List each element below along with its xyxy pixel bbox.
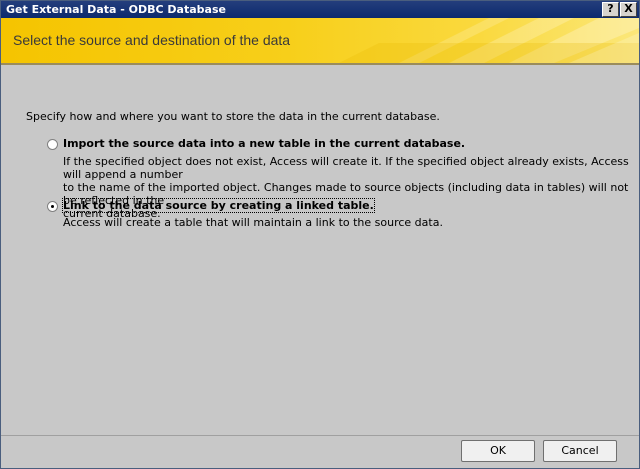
dialog-window: Get External Data - ODBC Database ? X Se… [0,0,640,469]
title-bar[interactable]: Get External Data - ODBC Database ? X [1,1,639,18]
window-title: Get External Data - ODBC Database [6,3,226,16]
banner-title: Select the source and destination of the… [13,32,291,48]
instruction-text: Specify how and where you want to store … [26,110,440,123]
ok-button[interactable]: OK [461,440,535,462]
import-description-line: If the specified object does not exist, … [63,155,629,181]
import-radio[interactable] [47,139,58,150]
link-option-description: Access will create a table that will mai… [63,216,633,229]
close-button[interactable]: X [620,2,637,17]
link-option-label[interactable]: Link to the data source by creating a li… [62,198,375,213]
content-area: Specify how and where you want to store … [1,65,639,435]
cancel-button[interactable]: Cancel [543,440,617,462]
banner-decoration [339,18,639,63]
footer-divider [1,435,639,436]
link-radio[interactable] [47,201,58,212]
link-description-line: Access will create a table that will mai… [63,216,443,229]
help-button[interactable]: ? [602,2,619,17]
header-banner: Select the source and destination of the… [1,18,639,63]
import-option-label[interactable]: Import the source data into a new table … [63,137,465,150]
